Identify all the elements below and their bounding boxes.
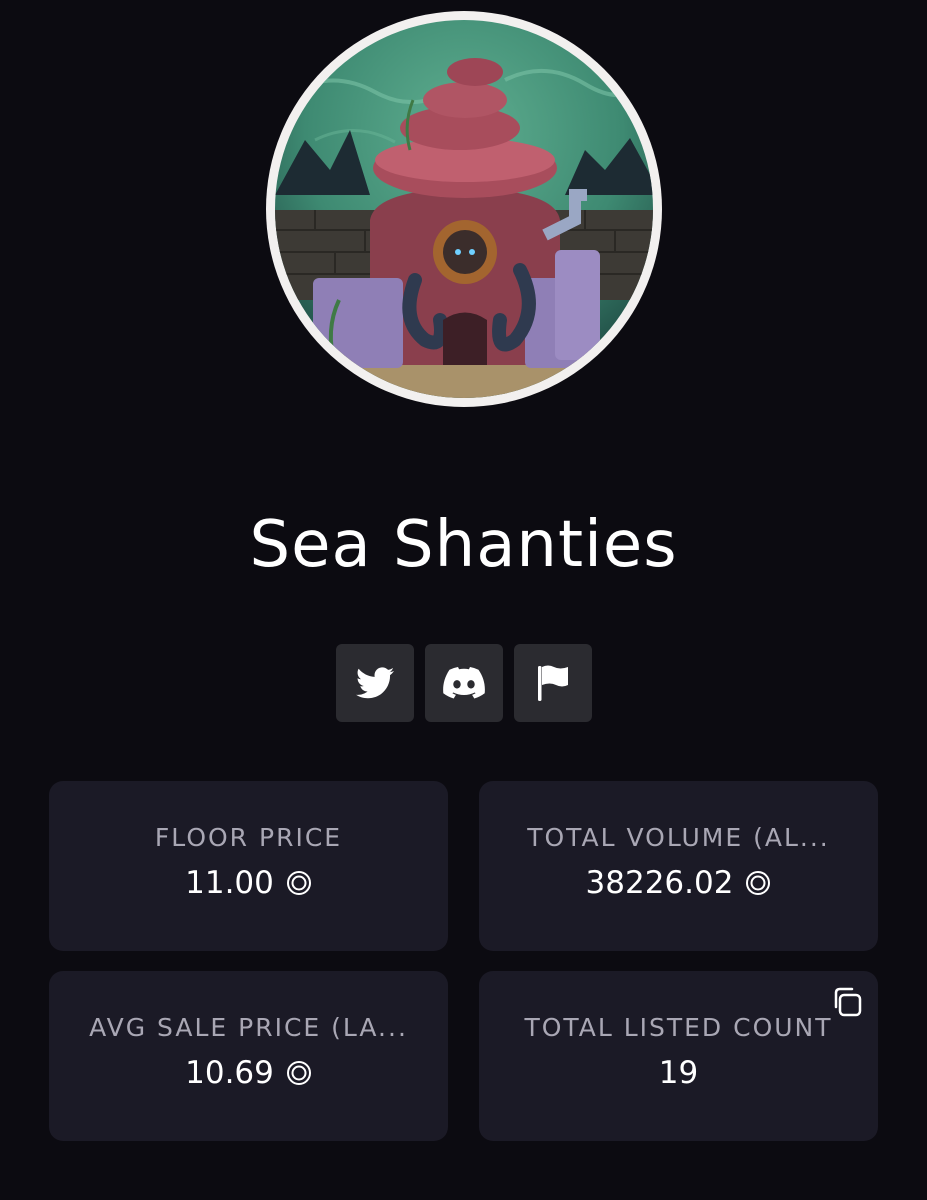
- floor-price-card: FLOOR PRICE 11.00: [49, 781, 448, 951]
- total-listed-count-value: 19: [658, 1055, 699, 1091]
- total-volume-card: TOTAL VOLUME (AL... 38226.02: [479, 781, 878, 951]
- total-listed-count-card: TOTAL LISTED COUNT 19: [479, 971, 878, 1141]
- sol-icon: [746, 871, 771, 895]
- sol-icon: [286, 1061, 311, 1085]
- discord-icon: [443, 667, 485, 699]
- twitter-icon: [356, 667, 394, 699]
- report-button[interactable]: [514, 644, 592, 722]
- sol-icon: [286, 871, 311, 895]
- discord-button[interactable]: [425, 644, 503, 722]
- collection-title: Sea Shanties: [249, 508, 678, 582]
- social-links: [336, 644, 592, 722]
- total-listed-count-label: TOTAL LISTED COUNT: [524, 1013, 833, 1042]
- total-volume-value: 38226.02: [585, 865, 734, 901]
- collection-avatar-image: [275, 20, 653, 398]
- collection-page: Sea Shanties FLOOR PRICE 11.00 TOTAL VOL…: [0, 0, 927, 1200]
- total-volume-value-row: 38226.02: [479, 865, 878, 901]
- avg-sale-price-value-row: 10.69: [49, 1055, 448, 1091]
- avg-sale-price-value: 10.69: [185, 1055, 274, 1091]
- floor-price-value: 11.00: [185, 865, 274, 901]
- flag-icon: [538, 665, 568, 701]
- floor-price-label: FLOOR PRICE: [154, 823, 343, 852]
- avg-sale-price-label: AVG SALE PRICE (LA...: [89, 1013, 408, 1042]
- avg-sale-price-card: AVG SALE PRICE (LA... 10.69: [49, 971, 448, 1141]
- twitter-button[interactable]: [336, 644, 414, 722]
- floor-price-value-row: 11.00: [49, 865, 448, 901]
- collection-avatar: [266, 11, 662, 407]
- total-volume-label: TOTAL VOLUME (AL...: [527, 823, 830, 852]
